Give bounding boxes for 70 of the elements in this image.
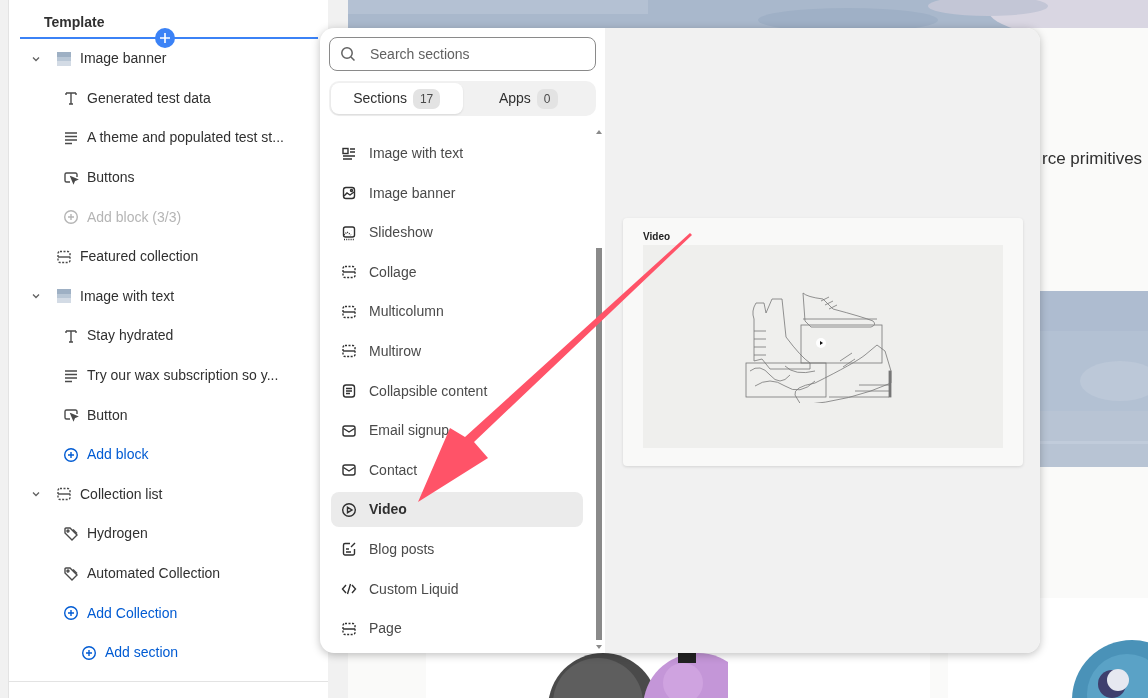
dashed-section-icon bbox=[56, 248, 72, 265]
section-option[interactable]: Multirow bbox=[331, 333, 583, 369]
plus-circle-icon bbox=[81, 644, 97, 661]
section-option[interactable]: Slideshow bbox=[331, 215, 583, 251]
tab[interactable]: Apps 0 bbox=[462, 83, 594, 114]
count-badge: 0 bbox=[536, 88, 558, 109]
add-link[interactable]: Add Collection bbox=[87, 602, 178, 624]
section-option[interactable]: Custom Liquid bbox=[331, 571, 583, 607]
plus-circle-icon bbox=[63, 605, 79, 622]
block-item[interactable]: Hydrogen bbox=[87, 523, 148, 545]
paragraph-icon bbox=[63, 130, 79, 146]
list-box-icon bbox=[341, 383, 357, 400]
cursor-icon bbox=[63, 169, 79, 186]
section-item[interactable]: Featured collection bbox=[80, 246, 199, 268]
dashed-section-icon bbox=[341, 264, 357, 281]
section-item[interactable]: Collection list bbox=[80, 483, 163, 505]
block-item[interactable]: Generated test data bbox=[87, 87, 211, 109]
image-thumbnail-icon bbox=[56, 50, 72, 67]
image-with-text-icon bbox=[341, 145, 357, 162]
slideshow-icon bbox=[341, 224, 357, 241]
tag-icon bbox=[63, 525, 79, 542]
section-item[interactable]: Image with text bbox=[80, 285, 175, 307]
section-option[interactable]: Image with text bbox=[331, 136, 583, 171]
section-option[interactable]: Collapsible content bbox=[331, 373, 583, 409]
mail-icon bbox=[341, 462, 357, 479]
search-icon bbox=[340, 46, 356, 62]
add-link[interactable]: Add section bbox=[105, 642, 179, 664]
scroll-down-icon[interactable] bbox=[596, 645, 602, 649]
block-item[interactable]: Stay hydrated bbox=[87, 325, 174, 347]
cursor-icon bbox=[63, 407, 79, 424]
section-option[interactable]: Collage bbox=[331, 254, 583, 290]
paragraph-icon bbox=[63, 367, 79, 384]
dashed-section-icon bbox=[341, 620, 357, 637]
scroll-up-icon[interactable] bbox=[596, 130, 602, 134]
dashed-section-icon bbox=[56, 486, 72, 503]
dashed-section-icon bbox=[341, 303, 357, 320]
block-item[interactable]: Button bbox=[87, 404, 128, 426]
count-badge: 17 bbox=[412, 88, 441, 109]
add-link[interactable]: Add block bbox=[87, 444, 149, 466]
text-icon bbox=[63, 327, 79, 344]
plus-icon bbox=[160, 33, 170, 43]
edit-document-icon bbox=[341, 541, 357, 558]
section-option[interactable]: Image banner bbox=[331, 175, 583, 211]
body-text: rce primitives bbox=[1042, 148, 1143, 170]
mail-icon bbox=[341, 422, 357, 439]
section-option[interactable]: Multicolumn bbox=[331, 294, 583, 330]
section-option[interactable]: Page bbox=[331, 611, 583, 647]
tab[interactable]: Sections 17 bbox=[331, 83, 463, 114]
block-item[interactable]: Automated Collection bbox=[87, 563, 221, 584]
search-field[interactable]: Search sections bbox=[329, 37, 596, 71]
image-icon bbox=[341, 185, 357, 202]
plus-circle-icon bbox=[63, 446, 79, 463]
plus-circle-icon bbox=[63, 209, 79, 226]
insert-section-button[interactable] bbox=[155, 28, 175, 48]
section-item[interactable]: Image banner bbox=[80, 48, 167, 70]
play-circle-icon bbox=[341, 501, 357, 518]
tag-icon bbox=[63, 565, 79, 582]
section-option[interactable]: Contact bbox=[331, 452, 583, 488]
preview-title: Video bbox=[643, 231, 672, 243]
section-option[interactable]: Video bbox=[331, 492, 583, 528]
section-option[interactable]: Blog posts bbox=[331, 531, 583, 567]
block-item[interactable]: A theme and populated test st... bbox=[87, 127, 284, 149]
template-heading: Template bbox=[44, 14, 105, 31]
section-option[interactable]: Email signup bbox=[331, 413, 583, 449]
dashed-section-icon bbox=[341, 343, 357, 360]
block-item[interactable]: Buttons bbox=[87, 167, 135, 189]
block-item[interactable]: Try our wax subscription so y... bbox=[87, 365, 279, 387]
image-thumbnail-icon bbox=[56, 288, 72, 305]
text-icon bbox=[63, 90, 79, 107]
scrollbar-thumb[interactable] bbox=[596, 248, 602, 640]
